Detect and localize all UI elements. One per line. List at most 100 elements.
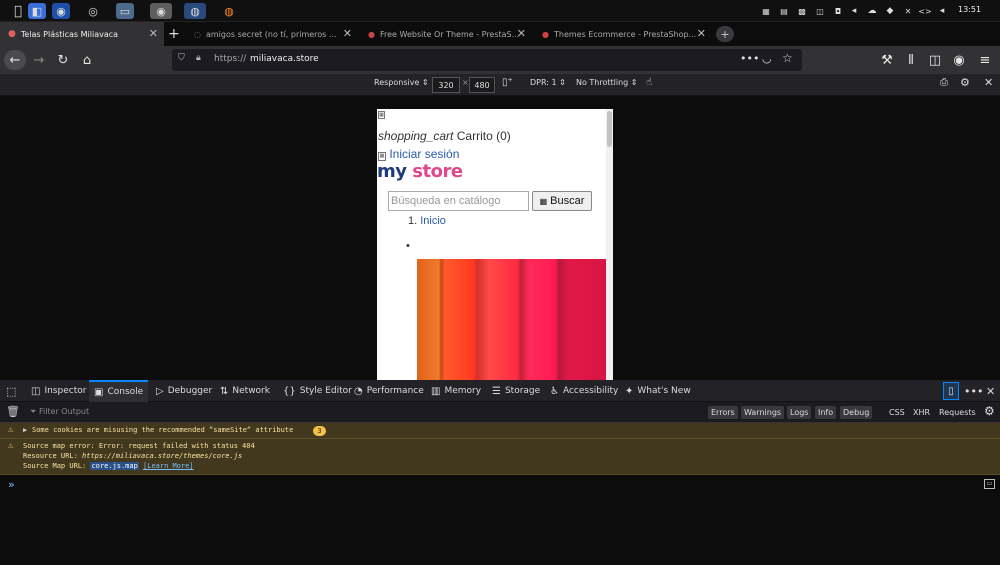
tab-inspector[interactable]: ◫ Inspector xyxy=(31,380,86,402)
close-tab-icon[interactable]: ✕ xyxy=(343,27,352,40)
breadcrumb-home-link[interactable]: Inicio xyxy=(420,215,446,227)
filter-errors-button[interactable]: Errors xyxy=(708,406,738,419)
url-bar[interactable]: ⛉ 🔒︎ https:// miliavaca.store ••• ◡ ☆ xyxy=(172,49,802,71)
shield-icon[interactable]: ⛉ xyxy=(178,53,185,63)
hamburger-menu-icon[interactable]: ≡ xyxy=(974,50,996,70)
learn-more-link[interactable]: [Learn More] xyxy=(143,462,194,470)
screenshot-icon[interactable]: ⎙ xyxy=(940,77,948,88)
volume-icon[interactable]: ◂ xyxy=(848,3,860,19)
close-tab-icon[interactable]: ✕ xyxy=(697,27,706,40)
tab-storage[interactable]: ☰ Storage xyxy=(492,380,540,402)
cloud-icon[interactable]: ☁ xyxy=(866,3,878,19)
tab-accessibility[interactable]: ♿︎ Accessibility xyxy=(550,380,618,402)
close-tab-icon[interactable]: ✕ xyxy=(517,27,526,40)
clock: 13:51 xyxy=(958,5,982,14)
filter-xhr-button[interactable]: XHR xyxy=(910,406,933,419)
filter-logs-button[interactable]: Logs xyxy=(787,406,812,419)
tab-memory[interactable]: ▥ Memory xyxy=(431,380,481,402)
viewport-scrollbar-track[interactable] xyxy=(606,109,613,380)
console-message-sourcemap-error[interactable]: ⚠ Source map error: Error: request faile… xyxy=(0,439,1000,475)
window-icon[interactable]: ▭ xyxy=(116,3,134,19)
library-icon[interactable]: ⫴ xyxy=(900,50,922,70)
filter-requests-button[interactable]: Requests xyxy=(936,406,979,419)
lock-icon[interactable]: 🔒︎ xyxy=(196,53,201,63)
tab-free-website[interactable]: ● Free Website Or Theme - PrestaS... ✕ xyxy=(360,22,532,46)
firefox-icon[interactable]: ◍ xyxy=(220,3,238,19)
viewport-height-input[interactable]: 480 xyxy=(469,77,495,93)
style-editor-icon: {} xyxy=(283,385,296,397)
tray-app-icon[interactable]: ▦ xyxy=(760,3,772,19)
login-link[interactable]: ▦ Iniciar sesión xyxy=(378,147,459,161)
touch-simulation-icon[interactable]: ☝ xyxy=(646,77,652,88)
new-tab-plus-icon[interactable]: + xyxy=(716,26,734,42)
page-actions-icon[interactable]: ••• xyxy=(740,52,759,65)
forward-button[interactable]: → xyxy=(28,50,50,70)
speaker-icon[interactable]: ◂ xyxy=(936,3,948,19)
code-icon[interactable]: <> xyxy=(918,3,932,19)
apple-icon[interactable]:  xyxy=(8,3,28,19)
sourcemap-url-value: core.js.map xyxy=(90,462,139,470)
expand-arrow-icon[interactable]: ▶ xyxy=(23,426,27,434)
store-logo[interactable]: my store xyxy=(377,161,463,182)
filter-debug-button[interactable]: Debug xyxy=(840,406,873,419)
hero-banner-image[interactable] xyxy=(417,259,613,380)
search-input[interactable]: Búsqueda en catálogo xyxy=(388,191,529,211)
dropbox-icon[interactable]: ◆ xyxy=(884,3,896,19)
bookmark-star-icon[interactable]: ☆ xyxy=(782,51,793,65)
tab-miliavaca[interactable]: ● Telas Plásticas Miliavaca ✕ xyxy=(0,22,164,46)
tab-console[interactable]: ▣ Console xyxy=(89,380,149,402)
tab-themes[interactable]: ● Themes Ecommerce - PrestaShop... ✕ xyxy=(534,22,712,46)
filter-output-input[interactable]: ⏷ Filter Output xyxy=(30,407,89,417)
throttling-selector[interactable]: No Throttling ⇕ xyxy=(576,78,638,87)
console-input-area[interactable]: » ▭ xyxy=(0,475,1000,565)
filter-warnings-button[interactable]: Warnings xyxy=(741,406,785,419)
dpr-selector[interactable]: DPR: 1 ⇕ xyxy=(530,78,566,87)
tab-debugger[interactable]: ▷ Debugger xyxy=(156,380,212,402)
pick-element-icon[interactable]: ⬚ xyxy=(6,380,16,402)
tray-app-icon[interactable]: ◫ xyxy=(814,3,826,19)
trash-icon[interactable]: 🗑︎ xyxy=(6,405,20,418)
sourcemap-error-text: Source map error: Error: request failed … xyxy=(23,442,255,450)
finder-icon[interactable]: ◧ xyxy=(28,3,46,19)
console-message-cookie-warning[interactable]: ⚠ ▶ Some cookies are misusing the recomm… xyxy=(0,423,1000,439)
user-icon: ▦ xyxy=(378,152,386,161)
tab-whats-new[interactable]: ✦ What's New xyxy=(625,380,691,402)
sidebar-icon[interactable]: ◫ xyxy=(924,50,946,70)
firefox-icon[interactable]: ◍ xyxy=(184,3,206,19)
reload-button[interactable]: ↻ xyxy=(52,50,74,70)
settings-gear-icon[interactable]: ⚙ xyxy=(960,76,970,89)
close-rdm-icon[interactable]: ✕ xyxy=(984,76,993,89)
tab-network[interactable]: ⇅ Network xyxy=(220,380,270,402)
rotate-device-icon[interactable]: ▯⁺ xyxy=(502,77,513,88)
editor-mode-icon[interactable]: ▭ xyxy=(984,479,995,489)
viewport-scrollbar-thumb[interactable] xyxy=(607,111,612,147)
viewport-width-input[interactable]: 320 xyxy=(432,77,460,93)
warning-icon: ⚠ xyxy=(8,425,14,435)
new-tab-button[interactable]: + xyxy=(168,26,180,42)
close-devtools-icon[interactable]: ✕ xyxy=(986,380,995,402)
filter-info-button[interactable]: Info xyxy=(815,406,837,419)
responsive-mode-icon[interactable]: ▯ xyxy=(943,382,959,400)
chrome-icon[interactable]: ◉ xyxy=(52,3,70,19)
pocket-icon[interactable]: ◡ xyxy=(762,52,772,65)
tray-app-icon[interactable]: ▤ xyxy=(778,3,790,19)
home-button[interactable]: ⌂ xyxy=(76,50,98,70)
back-button[interactable]: ← xyxy=(4,50,26,70)
cart-link[interactable]: shopping_cart Carrito (0) xyxy=(378,129,511,143)
tray-app-icon[interactable]: ◘ xyxy=(832,3,844,19)
device-selector[interactable]: Responsive ⇕ xyxy=(374,78,429,87)
tab-performance[interactable]: ◔ Performance xyxy=(354,380,424,402)
tray-app-icon[interactable]: ▩ xyxy=(796,3,808,19)
chrome-icon[interactable]: ◉ xyxy=(150,3,172,19)
filter-css-button[interactable]: CSS xyxy=(886,406,908,419)
browser-icon[interactable]: ◎ xyxy=(84,3,102,19)
more-options-icon[interactable]: ••• xyxy=(964,380,983,402)
account-icon[interactable]: ◉ xyxy=(948,50,970,70)
tab-style-editor[interactable]: {} Style Editor xyxy=(283,380,352,402)
wrench-icon[interactable]: ⚒ xyxy=(876,50,898,70)
tab-amigos[interactable]: ◌ amigos secret (no tí, primeros ... ✕ xyxy=(186,22,358,46)
tray-app-icon[interactable]: ✕ xyxy=(902,3,914,19)
search-button[interactable]: ▦ Buscar xyxy=(532,191,592,211)
console-settings-gear-icon[interactable]: ⚙ xyxy=(984,404,995,418)
close-tab-icon[interactable]: ✕ xyxy=(149,27,158,40)
